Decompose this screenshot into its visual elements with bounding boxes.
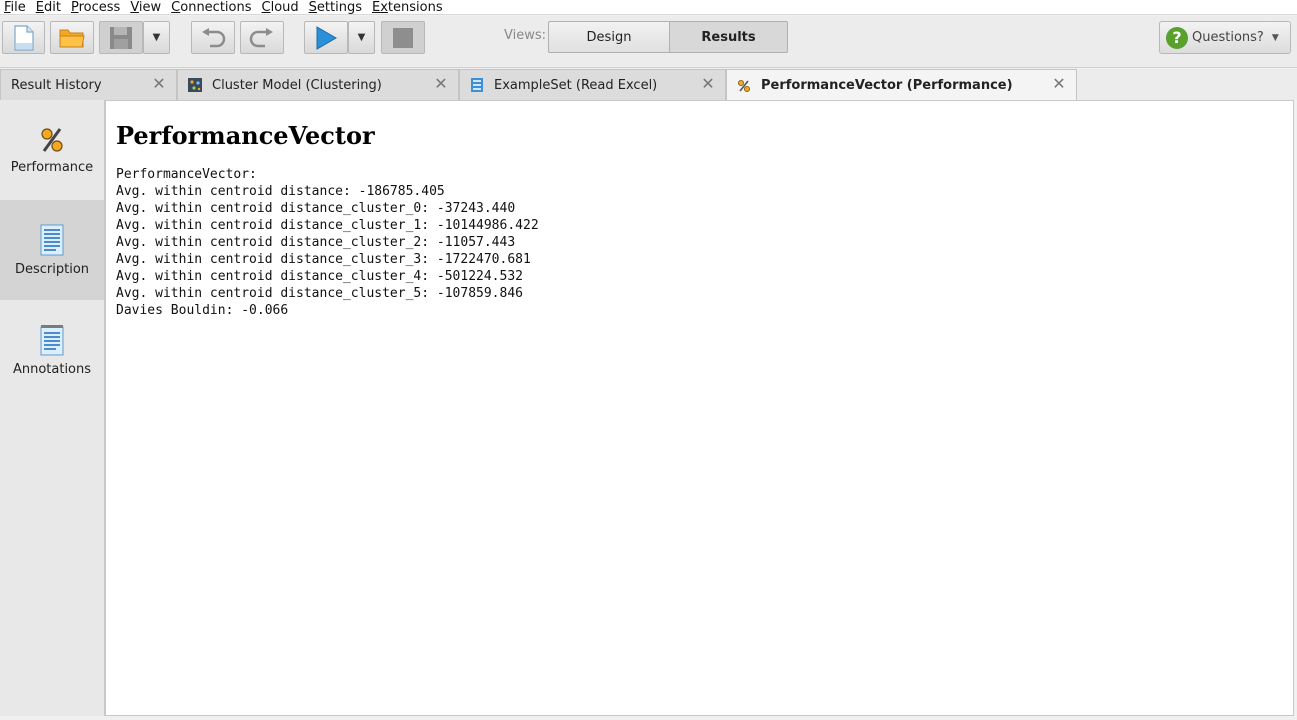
- performance-line: Avg. within centroid distance_cluster_3:…: [116, 252, 531, 267]
- results-view-button[interactable]: Results: [669, 21, 788, 53]
- questions-label: Questions?: [1192, 30, 1264, 45]
- performance-line: Avg. within centroid distance_cluster_2:…: [116, 235, 516, 250]
- result-tabs: Result History ✕ Cluster Model (Clusteri…: [0, 69, 1297, 101]
- percent-icon: [738, 79, 750, 92]
- sidebar-item-label: Description: [14, 261, 90, 277]
- menu-settings[interactable]: Settings: [304, 0, 367, 15]
- performance-line: Avg. within centroid distance_cluster_0:…: [116, 201, 516, 216]
- chevron-down-icon: ▼: [152, 32, 161, 43]
- description-document-icon: [40, 224, 64, 255]
- save-process-button[interactable]: [99, 21, 143, 54]
- menu-process[interactable]: Process: [66, 0, 125, 15]
- tab-label: Result History: [11, 77, 102, 93]
- undo-button[interactable]: [191, 21, 235, 54]
- page-title: PerformanceVector: [116, 121, 375, 150]
- annotations-notepad-icon: [40, 324, 64, 355]
- run-process-button[interactable]: [304, 21, 348, 54]
- tab-label: Cluster Model (Clustering): [212, 77, 382, 93]
- result-view-sidebar: Performance Description Annotations: [0, 100, 105, 716]
- toolbar: ▼ ▼ Views: Design Results ? Questions? ▼: [0, 16, 1297, 68]
- new-process-button[interactable]: [2, 21, 45, 54]
- tab-result-history[interactable]: Result History ✕: [0, 69, 177, 100]
- performance-line: Avg. within centroid distance: -186785.4…: [116, 184, 445, 199]
- tab-label: PerformanceVector (Performance): [761, 78, 1013, 93]
- folder-icon: [59, 29, 85, 47]
- run-dropdown-button[interactable]: ▼: [348, 21, 375, 54]
- performance-line: Avg. within centroid distance_cluster_1:…: [116, 218, 539, 233]
- sidebar-item-label: Performance: [10, 159, 94, 175]
- new-document-icon: [13, 24, 34, 51]
- status-strip: [0, 716, 1297, 720]
- close-icon[interactable]: ✕: [701, 76, 715, 92]
- views-label: Views:: [504, 28, 547, 43]
- tab-exampleset[interactable]: ExampleSet (Read Excel) ✕: [459, 69, 726, 100]
- sidebar-item-performance[interactable]: Performance: [0, 100, 104, 200]
- tab-performance-vector[interactable]: PerformanceVector (Performance) ✕: [726, 69, 1077, 101]
- stop-process-button[interactable]: [381, 21, 425, 54]
- close-icon[interactable]: ✕: [152, 76, 166, 92]
- close-icon[interactable]: ✕: [434, 76, 448, 92]
- play-icon: [316, 25, 337, 50]
- performance-text: PerformanceVector: Avg. within centroid d…: [116, 166, 1283, 319]
- question-mark-icon: ?: [1166, 26, 1188, 49]
- sidebar-item-annotations[interactable]: Annotations: [0, 300, 104, 400]
- menu-file[interactable]: File: [0, 0, 31, 15]
- save-dropdown-button[interactable]: ▼: [143, 21, 170, 54]
- percent-icon: [41, 127, 63, 152]
- performance-line: PerformanceVector:: [116, 167, 257, 182]
- cluster-model-icon: [188, 78, 202, 92]
- undo-icon: [202, 27, 226, 47]
- menu-connections[interactable]: Connections: [166, 0, 256, 15]
- save-disk-icon: [110, 26, 132, 49]
- redo-button[interactable]: [240, 21, 284, 54]
- stop-icon: [393, 27, 413, 48]
- chevron-down-icon: ▼: [1271, 32, 1279, 43]
- redo-icon: [249, 27, 273, 47]
- performance-description-panel: PerformanceVector PerformanceVector: Avg.…: [105, 100, 1294, 716]
- open-process-button[interactable]: [50, 21, 94, 54]
- menu-edit[interactable]: Edit: [31, 0, 66, 15]
- menu-extensions[interactable]: Extensions: [367, 0, 448, 15]
- sidebar-item-label: Annotations: [12, 361, 92, 377]
- close-icon[interactable]: ✕: [1052, 76, 1066, 92]
- design-view-button[interactable]: Design: [548, 21, 669, 53]
- menu-cloud[interactable]: Cloud: [257, 0, 304, 15]
- questions-button[interactable]: ? Questions? ▼: [1159, 21, 1291, 54]
- menu-view[interactable]: View: [125, 0, 166, 15]
- tab-cluster-model[interactable]: Cluster Model (Clustering) ✕: [177, 69, 459, 100]
- chevron-down-icon: ▼: [357, 32, 366, 43]
- menu-bar: File Edit Process View Connections Cloud…: [0, 0, 1297, 15]
- performance-line: Avg. within centroid distance_cluster_5:…: [116, 286, 523, 301]
- sidebar-item-description[interactable]: Description: [0, 200, 104, 300]
- performance-line: Davies Bouldin: -0.066: [116, 303, 289, 318]
- tab-label: ExampleSet (Read Excel): [494, 77, 658, 93]
- performance-line: Avg. within centroid distance_cluster_4:…: [116, 269, 523, 284]
- exampleset-icon: [471, 78, 483, 92]
